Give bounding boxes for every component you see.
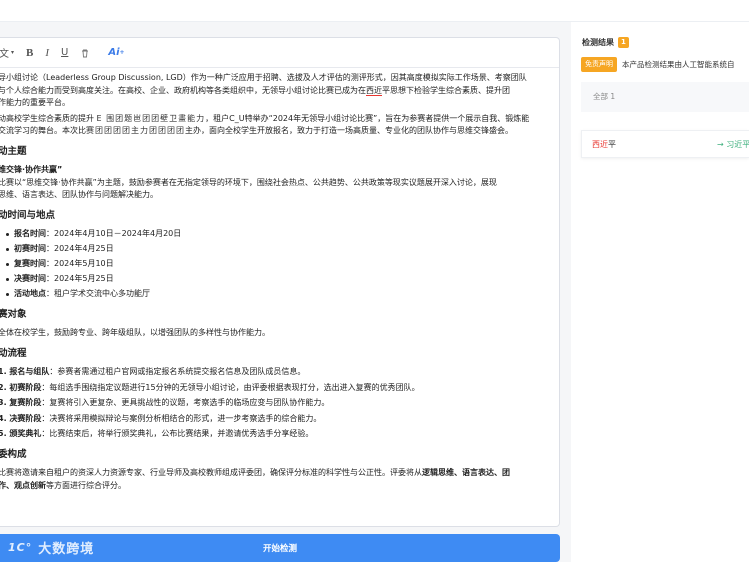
theme-title: 维交锋·协作共赢”: [0, 165, 63, 174]
item-value: ：每组选手围绕指定议题进行15分钟的无领导小组讨论，由评委根据表现打分，选出进入…: [41, 382, 420, 392]
item-value: ：复赛将引入更复杂、更具挑战性的议题，考察选手的临场应变与团队协作能力。: [41, 398, 330, 407]
item-label: 决赛时间: [14, 274, 46, 283]
underline-button[interactable]: U: [61, 43, 68, 63]
result-original: 西近平: [592, 139, 616, 150]
text: 导小组讨论（Leaderless Group Discussion, LGD）作…: [0, 73, 527, 82]
item-label: 2. 初赛阶段: [0, 382, 42, 392]
chevron-down-icon: ▾: [11, 49, 15, 56]
ai-label: Ai: [108, 47, 120, 58]
disclaimer-notice: 免责声明 本产品检测结果由人工智能系统自: [581, 56, 749, 72]
item-value: ：2024年5月25日: [46, 274, 114, 283]
text: 交流学习的舞台。本次比: [0, 126, 86, 135]
editor-toolbar: 文 ▾ B I U Ai +: [0, 38, 559, 68]
text: 与个人综合能力而受到高度关注。在高校、企业、政府机构等各类组织中，无领导小组讨论…: [0, 85, 366, 95]
list-item: 3. 复赛阶段：复赛将引入更复杂、更具挑战性的议题，考察选手的临场应变与团队协作…: [0, 397, 549, 410]
item-value: ：2024年4月10日－2024年4月20日: [46, 229, 182, 238]
result-card[interactable]: 西近平 → 习近平: [581, 130, 749, 158]
filter-bar: 全部 1: [581, 82, 749, 112]
trash-icon: [82, 49, 89, 57]
text: 平思想下检验学生综合素质、提升团: [382, 85, 510, 95]
text: 等方面进行综合评分。: [46, 480, 126, 490]
error-highlight[interactable]: 西近: [366, 85, 382, 96]
section-title-theme: 动主题: [0, 145, 27, 157]
garbled-text: 赛团团团团主力团团团团: [86, 126, 185, 135]
item-label: 复赛时间: [14, 259, 46, 268]
list-item: 决赛时间：2024年5月25日: [6, 273, 549, 286]
garbled-text: E 围团题岜团团壁卫畫能力: [96, 113, 206, 123]
suggestion-text: 习近平: [726, 140, 749, 149]
theme-paragraph: 比赛以“思维交锋·协作共赢”为主题，鼓励参赛者在无指定领导的环境下，围绕社会热点…: [0, 177, 549, 202]
list-item: 活动地点：租户学术交流中心多功能厅: [6, 288, 549, 301]
bold-button[interactable]: B: [26, 43, 33, 63]
logo-mark: 1C°: [8, 540, 33, 554]
text: ，租户C_U特举办“2024年无领导小组讨论比赛”，旨在为参赛者提供一个展示自我…: [205, 113, 530, 123]
section-title-judges: 委构成: [0, 448, 27, 460]
section-title-audience: 赛对象: [0, 308, 27, 320]
disclaimer-tag[interactable]: 免责声明: [581, 56, 617, 72]
results-title: 检测结果: [582, 38, 614, 47]
list-item: 报名时间：2024年4月10日－2024年4月20日: [6, 228, 549, 241]
item-label: 3. 复赛阶段: [0, 398, 42, 407]
top-bar: [0, 0, 749, 22]
item-label: 活动地点: [14, 289, 46, 298]
document-editor[interactable]: 文 ▾ B I U Ai + 导小组讨论（Leaderless Group Dis…: [0, 37, 560, 527]
intro-paragraph-1: 导小组讨论（Leaderless Group Discussion, LGD）作…: [0, 72, 549, 110]
clear-format-button[interactable]: [80, 43, 90, 63]
error-text: 西近: [592, 140, 608, 149]
results-header: 检测结果 1: [582, 37, 629, 48]
item-label: 初赛时间: [14, 244, 46, 253]
ai-sup: +: [119, 49, 125, 56]
filter-all-tab[interactable]: 全部 1: [593, 91, 615, 102]
font-label: 文: [0, 49, 9, 60]
item-label: 1. 报名与组队: [0, 367, 50, 376]
arrow-right-icon: →: [717, 140, 724, 149]
text: 动高校学生综合素质的提升: [0, 113, 94, 123]
ai-assistant-button[interactable]: Ai +: [108, 43, 124, 63]
item-value: ：2024年5月10日: [46, 259, 114, 268]
text: 比赛将邀请来自租户的资深人力资源专家、行业导师及高校教师组成评委团，确保评分标准…: [0, 468, 422, 477]
list-item: 2. 初赛阶段：每组选手围绕指定议题进行15分钟的无领导小组讨论，由评委根据表现…: [0, 382, 549, 395]
bold-text: 作、观点创新: [0, 480, 46, 490]
schedule-list: 报名时间：2024年4月10日－2024年4月20日 初赛时间：2024年4月2…: [6, 228, 549, 301]
list-item: 初赛时间：2024年4月25日: [6, 243, 549, 256]
list-item: 4. 决赛阶段：决赛将采用模拟辩论与案例分析相结合的形式，进一步考察选手的综合能…: [0, 413, 549, 426]
list-item: 复赛时间：2024年5月10日: [6, 258, 549, 271]
disclaimer-text: 本产品检测结果由人工智能系统自: [622, 59, 735, 69]
section-title-schedule: 动时间与地点: [0, 209, 56, 221]
watermark-logo: 1C° 大数跨境: [8, 537, 94, 557]
text: 比赛以“思维交锋·协作共赢”为主题，鼓励参赛者在无指定领导的环境下，围绕社会热点…: [0, 177, 497, 187]
results-count-badge: 1: [618, 37, 629, 48]
list-item: 1. 报名与组队：参赛者需通过租户官网或指定报名系统提交报名信息及团队成员信息。: [0, 366, 549, 379]
text: 主办，面向全校学生开放报名，致力于打造一场高质量、专业化的团队协作与思维交锋盛会…: [185, 126, 513, 135]
section-title-process: 动流程: [0, 347, 27, 359]
item-value: ：租户学术交流中心多功能厅: [46, 289, 150, 298]
font-size-button[interactable]: 文 ▾: [0, 43, 14, 63]
text: 作能力的重要平台。: [0, 98, 70, 107]
bold-text: 逻辑思维、语言表达、团: [422, 468, 510, 477]
process-list: 1. 报名与组队：参赛者需通过租户官网或指定报名系统提交报名信息及团队成员信息。…: [0, 366, 549, 441]
intro-paragraph-2: 动高校学生综合素质的提升 E 围团题岜团团壁卫畫能力，租户C_U特举办“2024…: [0, 113, 549, 138]
italic-button[interactable]: I: [45, 43, 49, 63]
item-value: ：2024年4月25日: [46, 244, 114, 253]
list-item: 5. 颁奖典礼：比赛结束后，将举行颁奖典礼，公布比赛结果，并邀请优秀选手分享经验…: [0, 428, 549, 441]
result-suggestion[interactable]: → 习近平: [717, 139, 749, 150]
text: 平: [608, 140, 616, 149]
document-body[interactable]: 导小组讨论（Leaderless Group Discussion, LGD）作…: [0, 68, 559, 526]
audience-paragraph: 全体在校学生，鼓励跨专业、跨年级组队，以增强团队的多样性与协作能力。: [0, 328, 270, 337]
judges-paragraph: 比赛将邀请来自租户的资深人力资源专家、行业导师及高校教师组成评委团，确保评分标准…: [0, 467, 549, 492]
results-panel: 检测结果 1 免责声明 本产品检测结果由人工智能系统自 全部 1 西近平 → 习…: [571, 22, 749, 562]
item-label: 报名时间: [14, 229, 46, 238]
item-value: ：比赛结束后，将举行颁奖典礼，公布比赛结果，并邀请优秀选手分享经验。: [41, 429, 314, 438]
item-value: ：决赛将采用模拟辩论与案例分析相结合的形式，进一步考察选手的综合能力。: [41, 413, 322, 423]
item-label: 4. 决赛阶段: [0, 413, 42, 423]
text: 思维、语言表达、团队协作与问题解决能力。: [0, 190, 158, 199]
item-value: ：参赛者需通过租户官网或指定报名系统提交报名信息及团队成员信息。: [49, 367, 306, 376]
item-label: 5. 颁奖典礼: [0, 429, 42, 438]
logo-text: 大数跨境: [38, 541, 95, 557]
